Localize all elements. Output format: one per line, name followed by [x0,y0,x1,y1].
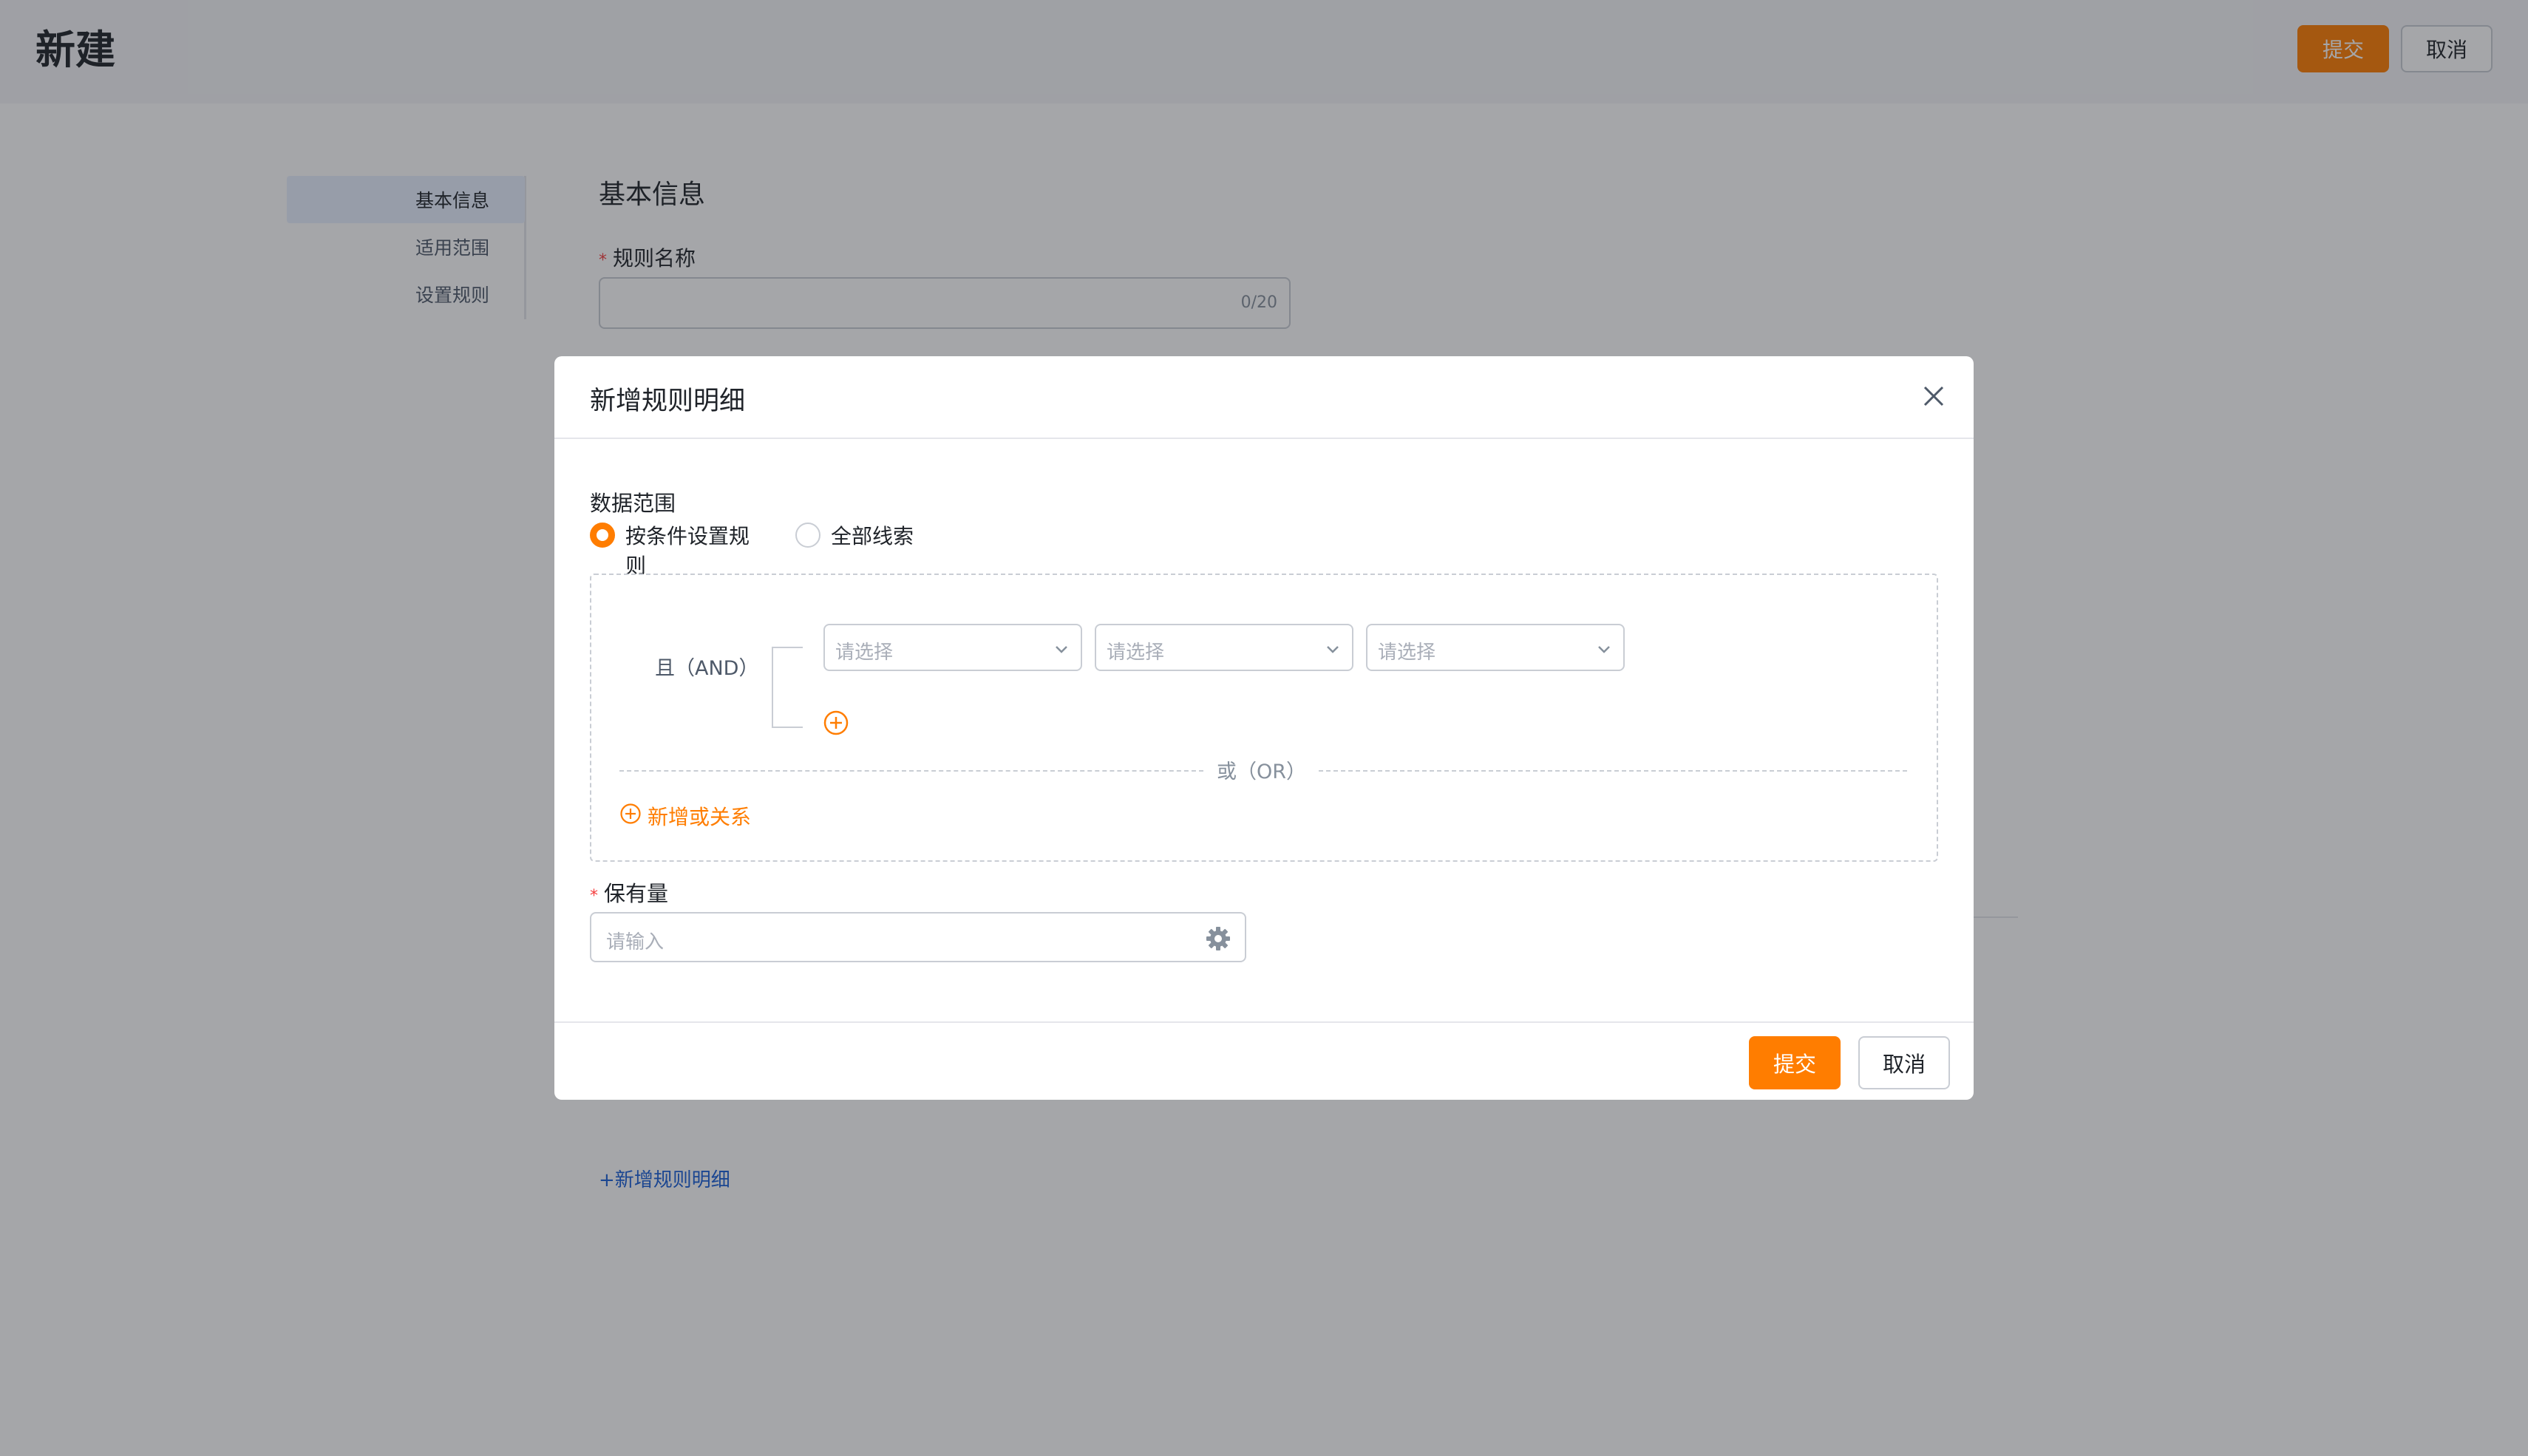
radio-label: 按条件设置规则 [625,524,750,578]
modal-title: 新增规则明细 [590,387,746,416]
radio-condition[interactable]: 按条件设置规则 [590,520,767,578]
holding-placeholder: 请输入 [606,931,665,953]
chevron-down-icon [1327,646,1339,653]
radio-checked [590,523,615,548]
or-divider-left [619,770,1203,772]
close-icon[interactable] [1919,381,1948,411]
radio-label: 全部线索 [831,524,914,548]
required-mark: * [590,887,598,905]
modal-header: 新增规则明细 [554,356,1974,439]
radio-unchecked [795,523,820,548]
gear-icon[interactable] [1205,925,1231,952]
or-label: 或（OR） [1217,761,1307,783]
modal-submit-button[interactable]: 提交 [1749,1036,1841,1089]
add-or-relation-label: 新增或关系 [648,805,752,829]
add-condition-icon[interactable] [823,710,849,736]
and-bracket [772,647,803,728]
select-placeholder: 请选择 [835,642,894,664]
select-placeholder: 请选择 [1107,642,1165,664]
plus-circle-icon [620,803,641,824]
add-rule-detail-modal: 新增规则明细 数据范围 按条件设置规则 全部线索 且（AND） 请选择 请选择 … [554,356,1974,1100]
holding-input[interactable]: 请输入 [590,912,1246,962]
holding-label: * 保有量 [590,877,668,908]
modal-footer: 提交 取消 [554,1021,1974,1100]
data-scope-label: 数据范围 [590,491,676,516]
and-label: 且（AND） [655,657,759,680]
modal-cancel-button[interactable]: 取消 [1858,1036,1950,1089]
chevron-down-icon [1056,646,1067,653]
condition-select-3[interactable]: 请选择 [1366,624,1625,671]
condition-select-1[interactable]: 请选择 [823,624,1082,671]
holding-label-text: 保有量 [604,881,669,906]
radio-all-leads[interactable]: 全部线索 [795,520,928,550]
select-placeholder: 请选择 [1378,642,1436,664]
condition-select-2[interactable]: 请选择 [1095,624,1353,671]
or-divider-right [1319,770,1907,772]
chevron-down-icon [1598,646,1610,653]
